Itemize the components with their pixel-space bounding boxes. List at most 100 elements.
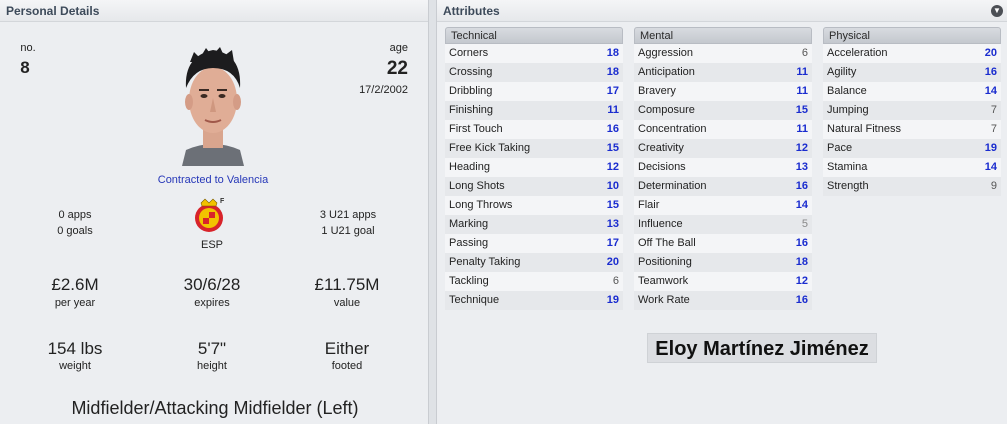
attribute-row-mental[interactable]: Determination 16: [634, 177, 812, 196]
attribute-row-physical[interactable]: Natural Fitness 7: [823, 120, 1001, 139]
u21-goals-count: 1 U21 goal: [321, 225, 375, 237]
attribute-name: Aggression: [638, 47, 694, 59]
federation-badge-icon[interactable]: F: [190, 195, 228, 235]
attribute-name: Decisions: [638, 161, 686, 173]
attribute-name: Crossing: [449, 66, 493, 78]
attribute-name: Acceleration: [827, 47, 888, 59]
attribute-row-technical[interactable]: Dribbling 17: [445, 82, 623, 101]
attribute-row-technical[interactable]: Heading 12: [445, 158, 623, 177]
attributes-title: Attributes: [443, 4, 500, 18]
attribute-row-technical[interactable]: Technique 19: [445, 291, 623, 310]
attribute-name: Concentration: [638, 123, 707, 135]
transfer-value-label: value: [333, 297, 361, 309]
attribute-value: 16: [795, 294, 808, 306]
attribute-name: Long Shots: [449, 180, 505, 192]
attribute-value: 5: [801, 218, 808, 230]
contract-expiry-label: expires: [194, 297, 230, 309]
attribute-row-technical[interactable]: Crossing 18: [445, 63, 623, 82]
technical-header: Technical: [445, 27, 623, 44]
attribute-value: 19: [984, 142, 997, 154]
attribute-row-mental[interactable]: Work Rate 16: [634, 291, 812, 310]
attribute-value: 16: [984, 66, 997, 78]
apps-count: 0 apps: [58, 209, 92, 221]
attribute-value: 6: [801, 47, 808, 59]
attribute-name: Anticipation: [638, 66, 695, 78]
attribute-value: 15: [606, 199, 619, 211]
attribute-row-mental[interactable]: Anticipation 11: [634, 63, 812, 82]
attribute-row-technical[interactable]: Finishing 11: [445, 101, 623, 120]
attribute-value: 16: [606, 123, 619, 135]
number-label: no.: [20, 42, 36, 54]
attribute-value: 11: [796, 123, 808, 135]
attribute-value: 18: [606, 47, 619, 59]
attribute-row-technical[interactable]: Passing 17: [445, 234, 623, 253]
attribute-row-mental[interactable]: Creativity 12: [634, 139, 812, 158]
attribute-row-mental[interactable]: Concentration 11: [634, 120, 812, 139]
attribute-name: Stamina: [827, 161, 868, 173]
attribute-name: Corners: [449, 47, 489, 59]
attribute-name: Strength: [827, 180, 869, 192]
attribute-value: 17: [606, 85, 619, 97]
attribute-row-mental[interactable]: Decisions 13: [634, 158, 812, 177]
attribute-value: 11: [607, 104, 619, 116]
technical-list: Corners 18 Crossing 18 Dribbling 17 Finishing 1…: [445, 44, 623, 310]
attribute-name: Agility: [827, 66, 857, 78]
attribute-row-technical[interactable]: First Touch 16: [445, 120, 623, 139]
mental-list: Aggression 6 Anticipation 11 Bravery 11 Compos…: [634, 44, 812, 310]
nation-code: ESP: [200, 239, 223, 251]
attribute-row-mental[interactable]: Bravery 11: [634, 82, 812, 101]
attribute-value: 14: [984, 85, 997, 97]
attribute-value: 17: [606, 237, 619, 249]
attribute-row-technical[interactable]: Marking 13: [445, 215, 623, 234]
age-label: age: [389, 42, 408, 54]
attribute-value: 18: [795, 256, 808, 268]
attribute-row-physical[interactable]: Agility 16: [823, 63, 1001, 82]
attribute-row-mental[interactable]: Off The Ball 16: [634, 234, 812, 253]
attribute-name: Marking: [449, 218, 489, 230]
attribute-row-physical[interactable]: Stamina 14: [823, 158, 1001, 177]
attribute-row-technical[interactable]: Long Shots 10: [445, 177, 623, 196]
age-value: 22: [386, 58, 408, 79]
attribute-value: 14: [795, 199, 808, 211]
attribute-row-physical[interactable]: Jumping 7: [823, 101, 1001, 120]
attribute-name: Pace: [827, 142, 853, 154]
attribute-value: 11: [796, 66, 808, 78]
chevron-down-icon[interactable]: ▼: [991, 5, 1003, 17]
attribute-value: 14: [984, 161, 997, 173]
attribute-row-technical[interactable]: Tackling 6: [445, 272, 623, 291]
attribute-row-mental[interactable]: Influence 5: [634, 215, 812, 234]
goals-count: 0 goals: [57, 225, 93, 237]
attribute-name: Balance: [827, 85, 867, 97]
attribute-name: Teamwork: [638, 275, 689, 287]
attribute-row-technical[interactable]: Penalty Taking 20: [445, 253, 623, 272]
contract-link[interactable]: Contracted to Valencia: [130, 174, 296, 186]
attribute-name: Flair: [638, 199, 660, 211]
personal-details-panel: Personal Details no. 8 age 22 17/2/2002 …: [0, 0, 429, 424]
attribute-row-mental[interactable]: Teamwork 12: [634, 272, 812, 291]
transfer-value: £11.75M: [314, 275, 380, 294]
attribute-value: 19: [606, 294, 619, 306]
attribute-row-physical[interactable]: Balance 14: [823, 82, 1001, 101]
attribute-value: 11: [796, 85, 808, 97]
attribute-row-mental[interactable]: Aggression 6: [634, 44, 812, 63]
attribute-name: Determination: [638, 180, 707, 192]
player-name: Eloy Martínez Jiménez: [647, 333, 877, 363]
attribute-name: Creativity: [638, 142, 684, 154]
attribute-name: Off The Ball: [638, 237, 696, 249]
squad-number: 8: [20, 58, 30, 77]
attribute-row-physical[interactable]: Acceleration 20: [823, 44, 1001, 63]
attribute-row-physical[interactable]: Pace 19: [823, 139, 1001, 158]
attribute-name: Jumping: [827, 104, 869, 116]
attribute-row-mental[interactable]: Composure 15: [634, 101, 812, 120]
attribute-row-technical[interactable]: Long Throws 15: [445, 196, 623, 215]
attribute-row-technical[interactable]: Free Kick Taking 15: [445, 139, 623, 158]
attribute-value: 20: [984, 47, 997, 59]
attribute-row-mental[interactable]: Positioning 18: [634, 253, 812, 272]
attribute-name: Penalty Taking: [449, 256, 521, 268]
attribute-row-mental[interactable]: Flair 14: [634, 196, 812, 215]
attribute-row-technical[interactable]: Corners 18: [445, 44, 623, 63]
attribute-name: Dribbling: [449, 85, 493, 97]
attribute-value: 7: [990, 104, 997, 116]
attribute-value: 16: [795, 180, 808, 192]
attribute-row-physical[interactable]: Strength 9: [823, 177, 1001, 196]
